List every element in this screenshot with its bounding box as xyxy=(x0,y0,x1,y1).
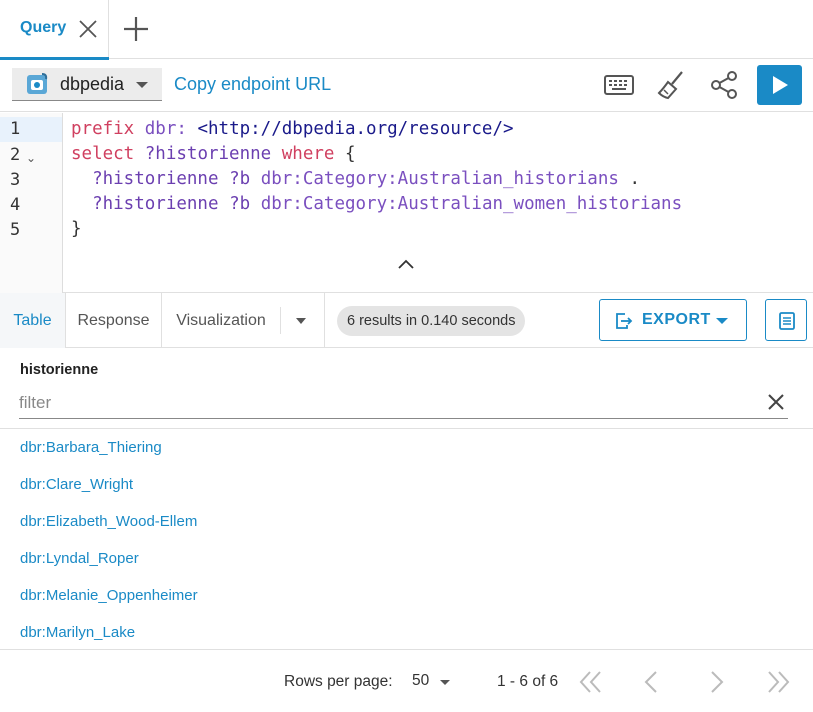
code-token: where xyxy=(281,144,335,164)
code-token: prefix xyxy=(71,119,135,139)
code-token: ?historienne xyxy=(92,169,219,189)
code-token: dbr: xyxy=(144,119,187,139)
tab-query[interactable]: Query xyxy=(0,0,109,60)
close-icon[interactable] xyxy=(767,393,785,411)
code-token: select xyxy=(71,144,135,164)
table-row: dbr:Barbara_Thiering xyxy=(0,429,813,466)
chevron-down-icon[interactable] xyxy=(296,318,306,324)
result-link[interactable]: dbr:Marilyn_Lake xyxy=(20,624,135,641)
first-page-icon[interactable] xyxy=(575,667,605,697)
export-button[interactable]: EXPORT xyxy=(599,299,747,341)
play-icon xyxy=(773,76,788,94)
code-line[interactable]: prefix dbr: <http://dbpedia.org/resource… xyxy=(71,119,514,139)
tab-query-label: Query xyxy=(20,19,67,36)
code-line[interactable]: select ?historienne where { xyxy=(71,144,356,164)
tab-response[interactable]: Response xyxy=(66,293,162,348)
document-button[interactable] xyxy=(765,299,807,341)
table-row: dbr:Marilyn_Lake xyxy=(0,614,813,651)
export-label: EXPORT xyxy=(642,311,711,328)
result-link[interactable]: dbr:Clare_Wright xyxy=(20,476,133,493)
run-query-button[interactable] xyxy=(757,65,802,105)
next-page-icon[interactable] xyxy=(702,667,732,697)
line-number: 2 xyxy=(10,145,21,165)
tab-strip: Query xyxy=(0,0,813,60)
code-token: } xyxy=(71,219,82,239)
copy-endpoint-url-link[interactable]: Copy endpoint URL xyxy=(174,74,331,95)
result-link[interactable]: dbr:Elizabeth_Wood-Ellem xyxy=(20,513,197,530)
results-rows: dbr:Barbara_Thiering dbr:Clare_Wright dbr:… xyxy=(0,429,813,651)
endpoint-label: dbpedia xyxy=(60,73,125,94)
code-token: ?b xyxy=(229,169,251,189)
close-icon[interactable] xyxy=(77,18,99,40)
plus-icon[interactable] xyxy=(122,15,150,43)
chevron-down-icon xyxy=(440,680,450,685)
divider xyxy=(0,649,813,650)
tab-table[interactable]: Table xyxy=(0,293,66,348)
results-summary-badge: 6 results in 0.140 seconds xyxy=(337,306,526,336)
query-control-bar: dbpedia Copy endpoint URL xyxy=(0,59,813,112)
code-line[interactable]: ?historienne ?b dbr:Category:Australian_… xyxy=(71,194,682,214)
table-row: dbr:Clare_Wright xyxy=(0,466,813,503)
line-number: 3 xyxy=(10,170,21,190)
code-line[interactable]: } xyxy=(71,219,82,239)
table-row: dbr:Elizabeth_Wood-Ellem xyxy=(0,503,813,540)
line-gutter: 1 2 ⌄ 3 4 5 xyxy=(0,113,63,293)
tab-visualization[interactable]: Visualization xyxy=(162,293,280,348)
document-icon xyxy=(779,312,795,330)
divider xyxy=(280,307,281,334)
line-number: 5 xyxy=(10,220,21,240)
line-number: 1 xyxy=(10,119,21,139)
query-editor[interactable]: 1 2 ⌄ 3 4 5 prefix dbr: <http://dbpedia.… xyxy=(0,113,813,293)
code-line[interactable]: ?historienne ?b dbr:Category:Australian_… xyxy=(71,169,640,189)
code-token: { xyxy=(334,144,356,164)
code-token: dbr:Category:Australian_women_historians xyxy=(260,194,683,214)
code-token: ?historienne xyxy=(144,144,272,164)
fold-chevron-icon[interactable]: ⌄ xyxy=(26,151,36,165)
chevron-up-icon[interactable] xyxy=(396,257,416,271)
line-number: 4 xyxy=(10,195,21,215)
code-token: . xyxy=(618,169,640,189)
column-header-historienne[interactable]: historienne xyxy=(20,362,98,378)
rows-per-page-value: 50 xyxy=(412,672,430,689)
prev-page-icon[interactable] xyxy=(636,667,666,697)
code-token: ?historienne xyxy=(92,194,219,214)
keyboard-icon[interactable] xyxy=(602,68,636,102)
code-token: <http://dbpedia.org/resource/> xyxy=(186,119,514,139)
table-row: dbr:Lyndal_Roper xyxy=(0,540,813,577)
filter-input[interactable] xyxy=(19,388,788,419)
endpoint-selector[interactable]: dbpedia xyxy=(12,68,162,101)
result-link[interactable]: dbr:Lyndal_Roper xyxy=(20,550,139,567)
last-page-icon[interactable] xyxy=(764,667,794,697)
export-icon xyxy=(616,313,633,329)
results-toolbar: Table Response Visualization 6 results i… xyxy=(0,293,813,348)
result-link[interactable]: dbr:Melanie_Oppenheimer xyxy=(20,587,198,604)
broom-icon[interactable] xyxy=(655,68,689,102)
pagination-range: 1 - 6 of 6 xyxy=(497,673,559,690)
chevron-down-icon xyxy=(716,318,728,324)
result-link[interactable]: dbr:Barbara_Thiering xyxy=(20,439,162,456)
database-icon xyxy=(27,73,48,94)
rows-per-page-select[interactable]: 50 xyxy=(411,670,455,694)
divider xyxy=(324,293,325,348)
chevron-down-icon xyxy=(136,82,148,88)
table-row: dbr:Melanie_Oppenheimer xyxy=(0,577,813,614)
code-token: ?b xyxy=(229,194,251,214)
code-token: dbr:Category:Australian_historians xyxy=(260,169,619,189)
share-icon[interactable] xyxy=(707,68,741,102)
rows-per-page-label: Rows per page: xyxy=(284,673,393,690)
